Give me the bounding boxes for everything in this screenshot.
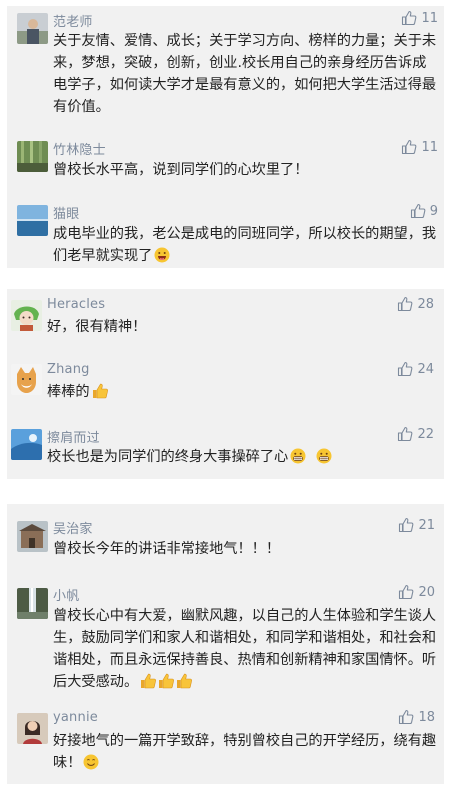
like-button[interactable]: 28 — [397, 296, 434, 312]
user-avatar[interactable] — [17, 141, 48, 172]
like-button[interactable]: 18 — [398, 709, 435, 725]
comment-text-body: 校长也是为同学们的终身大事操碎了心 — [47, 449, 289, 465]
thumbs-up-icon — [399, 584, 414, 600]
thumbs-up-icon — [402, 139, 417, 155]
like-button[interactable]: 11 — [401, 139, 438, 155]
comment-text: 曾校长心中有大爱，幽默风趣，以自己的人生体验和学生谈人生，鼓励同学们和家人和谐相… — [53, 605, 439, 693]
thumbs-up-icon — [398, 361, 413, 377]
comment-text: 关于友情、爱情、成长；关于学习方向、榜样的力量；关于未来，梦想，突破，创新，创业… — [53, 33, 437, 115]
comment-text-body: 好接地气的一篇开学致辞，特别曾校自己的开学经历，绕有趣味！ — [53, 733, 437, 771]
thumbs-up-icon — [398, 426, 413, 442]
comment-text-body: 曾校长心中有大爱，幽默风趣，以自己的人生体验和学生谈人生，鼓励同学们和家人和谐相… — [53, 608, 437, 690]
username[interactable]: Zhang — [47, 362, 90, 377]
user-avatar[interactable] — [17, 13, 48, 44]
comment-card-3: 吴治家 21 曾校长今年的讲话非常接地气！！！ 小帆 20 曾校长心中有大爱，幽… — [7, 504, 444, 784]
thumbs-up-emoji — [140, 673, 157, 689]
thumbs-up-emoji — [92, 383, 108, 399]
like-count: 20 — [418, 584, 435, 600]
user-avatar[interactable] — [17, 521, 48, 552]
grimace-emoji — [316, 448, 332, 464]
username[interactable]: 范老师 — [53, 11, 93, 30]
thumbs-up-icon — [398, 296, 413, 312]
like-count: 9 — [429, 203, 438, 219]
like-count: 28 — [417, 296, 434, 312]
username[interactable]: 竹林隐士 — [53, 139, 106, 158]
thumbs-up-icon — [410, 203, 426, 219]
user-avatar[interactable] — [11, 300, 42, 331]
username[interactable]: 猫眼 — [53, 203, 79, 222]
like-count: 22 — [417, 426, 434, 442]
comment-card-2: Heracles 28 好，很有精神！ Zhang 24 棒棒的 擦肩而过 22… — [7, 289, 444, 479]
username[interactable]: 小帆 — [53, 585, 79, 604]
like-button[interactable]: 11 — [401, 10, 438, 26]
smile-emoji — [83, 754, 99, 770]
like-count: 11 — [421, 10, 438, 26]
comment-text: 好，很有精神！ — [47, 319, 147, 335]
comment-text: 校长也是为同学们的终身大事操碎了心 — [47, 446, 433, 468]
like-button[interactable]: 9 — [410, 203, 438, 219]
thumbs-up-emoji — [176, 673, 193, 689]
like-button[interactable]: 24 — [397, 361, 434, 377]
thumbs-up-icon — [399, 517, 414, 533]
comment-text-body: 成电毕业的我，老公是成电的同班同学，所以校长的期望，我们老早就实现了 — [53, 226, 437, 264]
username[interactable]: 吴治家 — [53, 518, 93, 537]
like-button[interactable]: 22 — [397, 426, 434, 442]
comment-text: 好接地气的一篇开学致辞，特别曾校自己的开学经历，绕有趣味！ — [53, 730, 439, 774]
like-count: 24 — [417, 361, 434, 377]
username[interactable]: yannie — [53, 710, 98, 725]
grin-emoji — [154, 247, 170, 263]
grimace-emoji — [290, 448, 306, 464]
like-count: 11 — [421, 139, 438, 155]
comment-text-body: 棒棒的 — [47, 384, 90, 400]
username[interactable]: 擦肩而过 — [47, 427, 100, 446]
comment-text: 曾校长水平高，说到同学们的心坎里了！ — [53, 162, 309, 178]
like-count: 18 — [418, 709, 435, 725]
like-button[interactable]: 21 — [398, 517, 435, 533]
user-avatar[interactable] — [11, 429, 42, 460]
user-avatar[interactable] — [17, 588, 48, 619]
user-avatar[interactable] — [17, 205, 48, 236]
thumbs-up-icon — [399, 709, 414, 725]
thumbs-up-emoji — [158, 673, 175, 689]
user-avatar[interactable] — [17, 713, 48, 744]
comment-text: 曾校长今年的讲话非常接地气！！！ — [53, 541, 281, 557]
like-button[interactable]: 20 — [398, 584, 435, 600]
user-avatar[interactable] — [11, 364, 42, 395]
like-count: 21 — [418, 517, 435, 533]
thumbs-up-icon — [402, 10, 417, 26]
comment-card-1: 范老师 11 关于友情、爱情、成长；关于学习方向、榜样的力量；关于未来，梦想，突… — [7, 6, 444, 268]
comment-text: 棒棒的 — [47, 381, 433, 403]
comment-text: 成电毕业的我，老公是成电的同班同学，所以校长的期望，我们老早就实现了 — [53, 223, 439, 267]
username[interactable]: Heracles — [47, 297, 105, 312]
